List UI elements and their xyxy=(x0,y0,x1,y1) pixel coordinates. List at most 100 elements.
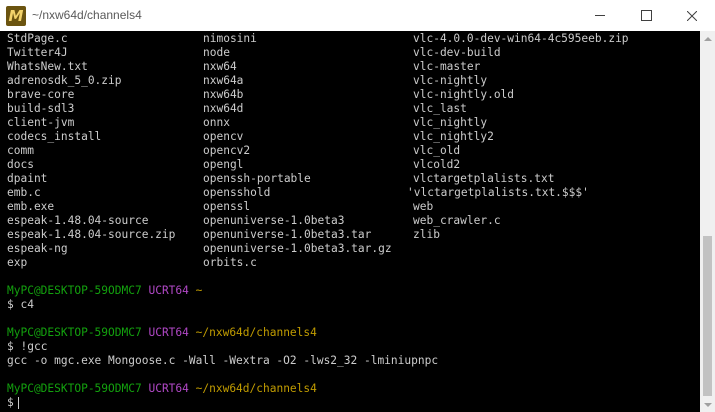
terminal-output[interactable]: StdPage.c nimosini vlc-4.0.0-dev-win64-4… xyxy=(0,31,700,412)
close-icon xyxy=(687,10,697,21)
listing-row: WhatsNew.txt nxw64 vlc-master xyxy=(7,60,480,74)
listing-row: Twitter4J node vlc-dev-build xyxy=(7,46,501,60)
listing-cell: codecs_install xyxy=(7,130,102,143)
prompt-symbol: $ xyxy=(7,340,14,353)
listing-cell: 'vlctargetplalists.txt.$$$' xyxy=(407,186,589,199)
prompt-user: MyPC@DESKTOP-59ODMC7 xyxy=(7,284,142,297)
listing-cell: orbits.c xyxy=(203,256,257,269)
command-line: $ c4 xyxy=(7,298,34,312)
command-line: $ !gcc xyxy=(7,340,47,354)
listing-cell: espeak-1.48.04-source.zip xyxy=(7,228,176,241)
window-title: ~/nxw64d/channels4 xyxy=(32,8,142,22)
prompt-env: UCRT64 xyxy=(148,382,189,395)
listing-row: docs opengl vlcold2 xyxy=(7,158,460,172)
listing-row: espeak-1.48.04-source.zip openuniverse-1… xyxy=(7,228,440,242)
listing-row: StdPage.c nimosini vlc-4.0.0-dev-win64-4… xyxy=(7,32,629,46)
listing-row: espeak-1.48.04-source openuniverse-1.0be… xyxy=(7,214,501,228)
listing-cell: nxw64d xyxy=(203,102,244,115)
prompt-path: ~/nxw64d/channels4 xyxy=(195,382,317,395)
listing-cell: espeak-ng xyxy=(7,242,68,255)
listing-row: adrenosdk_5_0.zip nxw64a vlc-nightly xyxy=(7,74,487,88)
listing-cell: docs xyxy=(7,158,34,171)
listing-cell: nxw64b xyxy=(203,88,244,101)
text-cursor xyxy=(17,397,19,409)
listing-cell: opencv xyxy=(203,130,244,143)
prompt-user: MyPC@DESKTOP-59ODMC7 xyxy=(7,382,142,395)
vertical-scrollbar[interactable] xyxy=(700,31,715,412)
listing-cell: opengl xyxy=(203,158,244,171)
listing-cell: vlc-nightly xyxy=(413,74,488,87)
listing-cell: Twitter4J xyxy=(7,46,68,59)
prompt-path: ~/nxw64d/channels4 xyxy=(195,326,317,339)
command-text: c4 xyxy=(20,298,34,311)
listing-cell: WhatsNew.txt xyxy=(7,60,88,73)
listing-cell: nxw64 xyxy=(203,60,237,73)
listing-row: comm opencv2 vlc_old xyxy=(7,144,460,158)
listing-cell: vlc_nightly xyxy=(413,116,488,129)
listing-cell: opensshold xyxy=(203,186,271,199)
minimize-icon xyxy=(595,15,605,16)
listing-cell: vlctargetplalists.txt xyxy=(413,172,555,185)
listing-cell: emb.exe xyxy=(7,200,55,213)
listing-cell: onnx xyxy=(203,116,230,129)
listing-cell: vlc-4.0.0-dev-win64-4c595eeb.zip xyxy=(413,32,629,45)
listing-cell: exp xyxy=(7,256,28,269)
prompt-env: UCRT64 xyxy=(148,284,189,297)
command-output: gcc -o mgc.exe Mongoose.c -Wall -Wextra … xyxy=(7,354,439,367)
listing-row: emb.c opensshold 'vlctargetplalists.txt.… xyxy=(7,186,589,200)
prompt-line: MyPC@DESKTOP-59ODMC7 UCRT64 ~ xyxy=(7,284,202,298)
app-icon-letter: M xyxy=(8,7,24,25)
listing-row: brave-core nxw64b vlc-nightly.old xyxy=(7,88,514,102)
prompt-symbol: $ xyxy=(7,298,14,311)
listing-row: client-jvm onnx vlc_nightly xyxy=(7,116,487,130)
chevron-up-icon xyxy=(703,36,712,41)
listing-cell: vlc_old xyxy=(413,144,461,157)
prompt-symbol: $ xyxy=(7,396,14,409)
listing-cell: vlc-dev-build xyxy=(413,46,501,59)
listing-cell: nxw64a xyxy=(203,74,244,87)
listing-row: build-sdl3 nxw64d vlc_last xyxy=(7,102,467,116)
listing-cell: emb.c xyxy=(7,186,41,199)
listing-cell: zlib xyxy=(413,228,440,241)
scrollbar-thumb[interactable] xyxy=(703,236,712,396)
listing-cell: openssh-portable xyxy=(203,172,311,185)
listing-cell: brave-core xyxy=(7,88,75,101)
listing-cell: nimosini xyxy=(203,32,257,45)
scroll-up-button[interactable] xyxy=(700,31,715,46)
terminal-window: M ~/nxw64d/channels4 StdPage.c nimosini … xyxy=(0,0,715,412)
listing-cell: build-sdl3 xyxy=(7,102,75,115)
listing-cell: StdPage.c xyxy=(7,32,68,45)
prompt-user: MyPC@DESKTOP-59ODMC7 xyxy=(7,326,142,339)
listing-cell: openssl xyxy=(203,200,251,213)
listing-cell: vlc-nightly.old xyxy=(413,88,515,101)
maximize-icon xyxy=(640,10,652,21)
prompt-path: ~ xyxy=(195,284,203,297)
listing-row: codecs_install opencv vlc_nightly2 xyxy=(7,130,494,144)
prompt-line: MyPC@DESKTOP-59ODMC7 UCRT64 ~/nxw64d/cha… xyxy=(7,326,317,340)
scroll-down-button[interactable] xyxy=(700,397,715,412)
listing-cell: web_crawler.c xyxy=(413,214,501,227)
listing-cell: openuniverse-1.0beta3.tar xyxy=(203,228,372,241)
listing-cell: adrenosdk_5_0.zip xyxy=(7,74,122,87)
title-bar[interactable]: M ~/nxw64d/channels4 xyxy=(0,0,715,31)
listing-row: dpaint openssh-portable vlctargetplalist… xyxy=(7,172,554,186)
listing-cell: node xyxy=(203,46,230,59)
listing-row: emb.exe openssl web xyxy=(7,200,433,214)
listing-cell: vlc_last xyxy=(413,102,467,115)
minimize-button[interactable] xyxy=(577,0,623,31)
listing-cell: web xyxy=(413,200,434,213)
listing-row: exp orbits.c xyxy=(7,256,257,270)
prompt-env: UCRT64 xyxy=(148,326,189,339)
active-command-line[interactable]: $ xyxy=(7,396,19,410)
close-button[interactable] xyxy=(669,0,715,31)
maximize-button[interactable] xyxy=(623,0,669,31)
command-text: !gcc xyxy=(20,340,48,353)
listing-cell: opencv2 xyxy=(203,144,251,157)
chevron-down-icon xyxy=(703,402,712,407)
listing-cell: espeak-1.48.04-source xyxy=(7,214,149,227)
listing-cell: openuniverse-1.0beta3 xyxy=(203,214,345,227)
listing-cell: dpaint xyxy=(7,172,48,185)
mintty-app-icon[interactable]: M xyxy=(6,6,26,26)
listing-cell: openuniverse-1.0beta3.tar.gz xyxy=(203,242,392,255)
listing-cell: vlc_nightly2 xyxy=(413,130,494,143)
